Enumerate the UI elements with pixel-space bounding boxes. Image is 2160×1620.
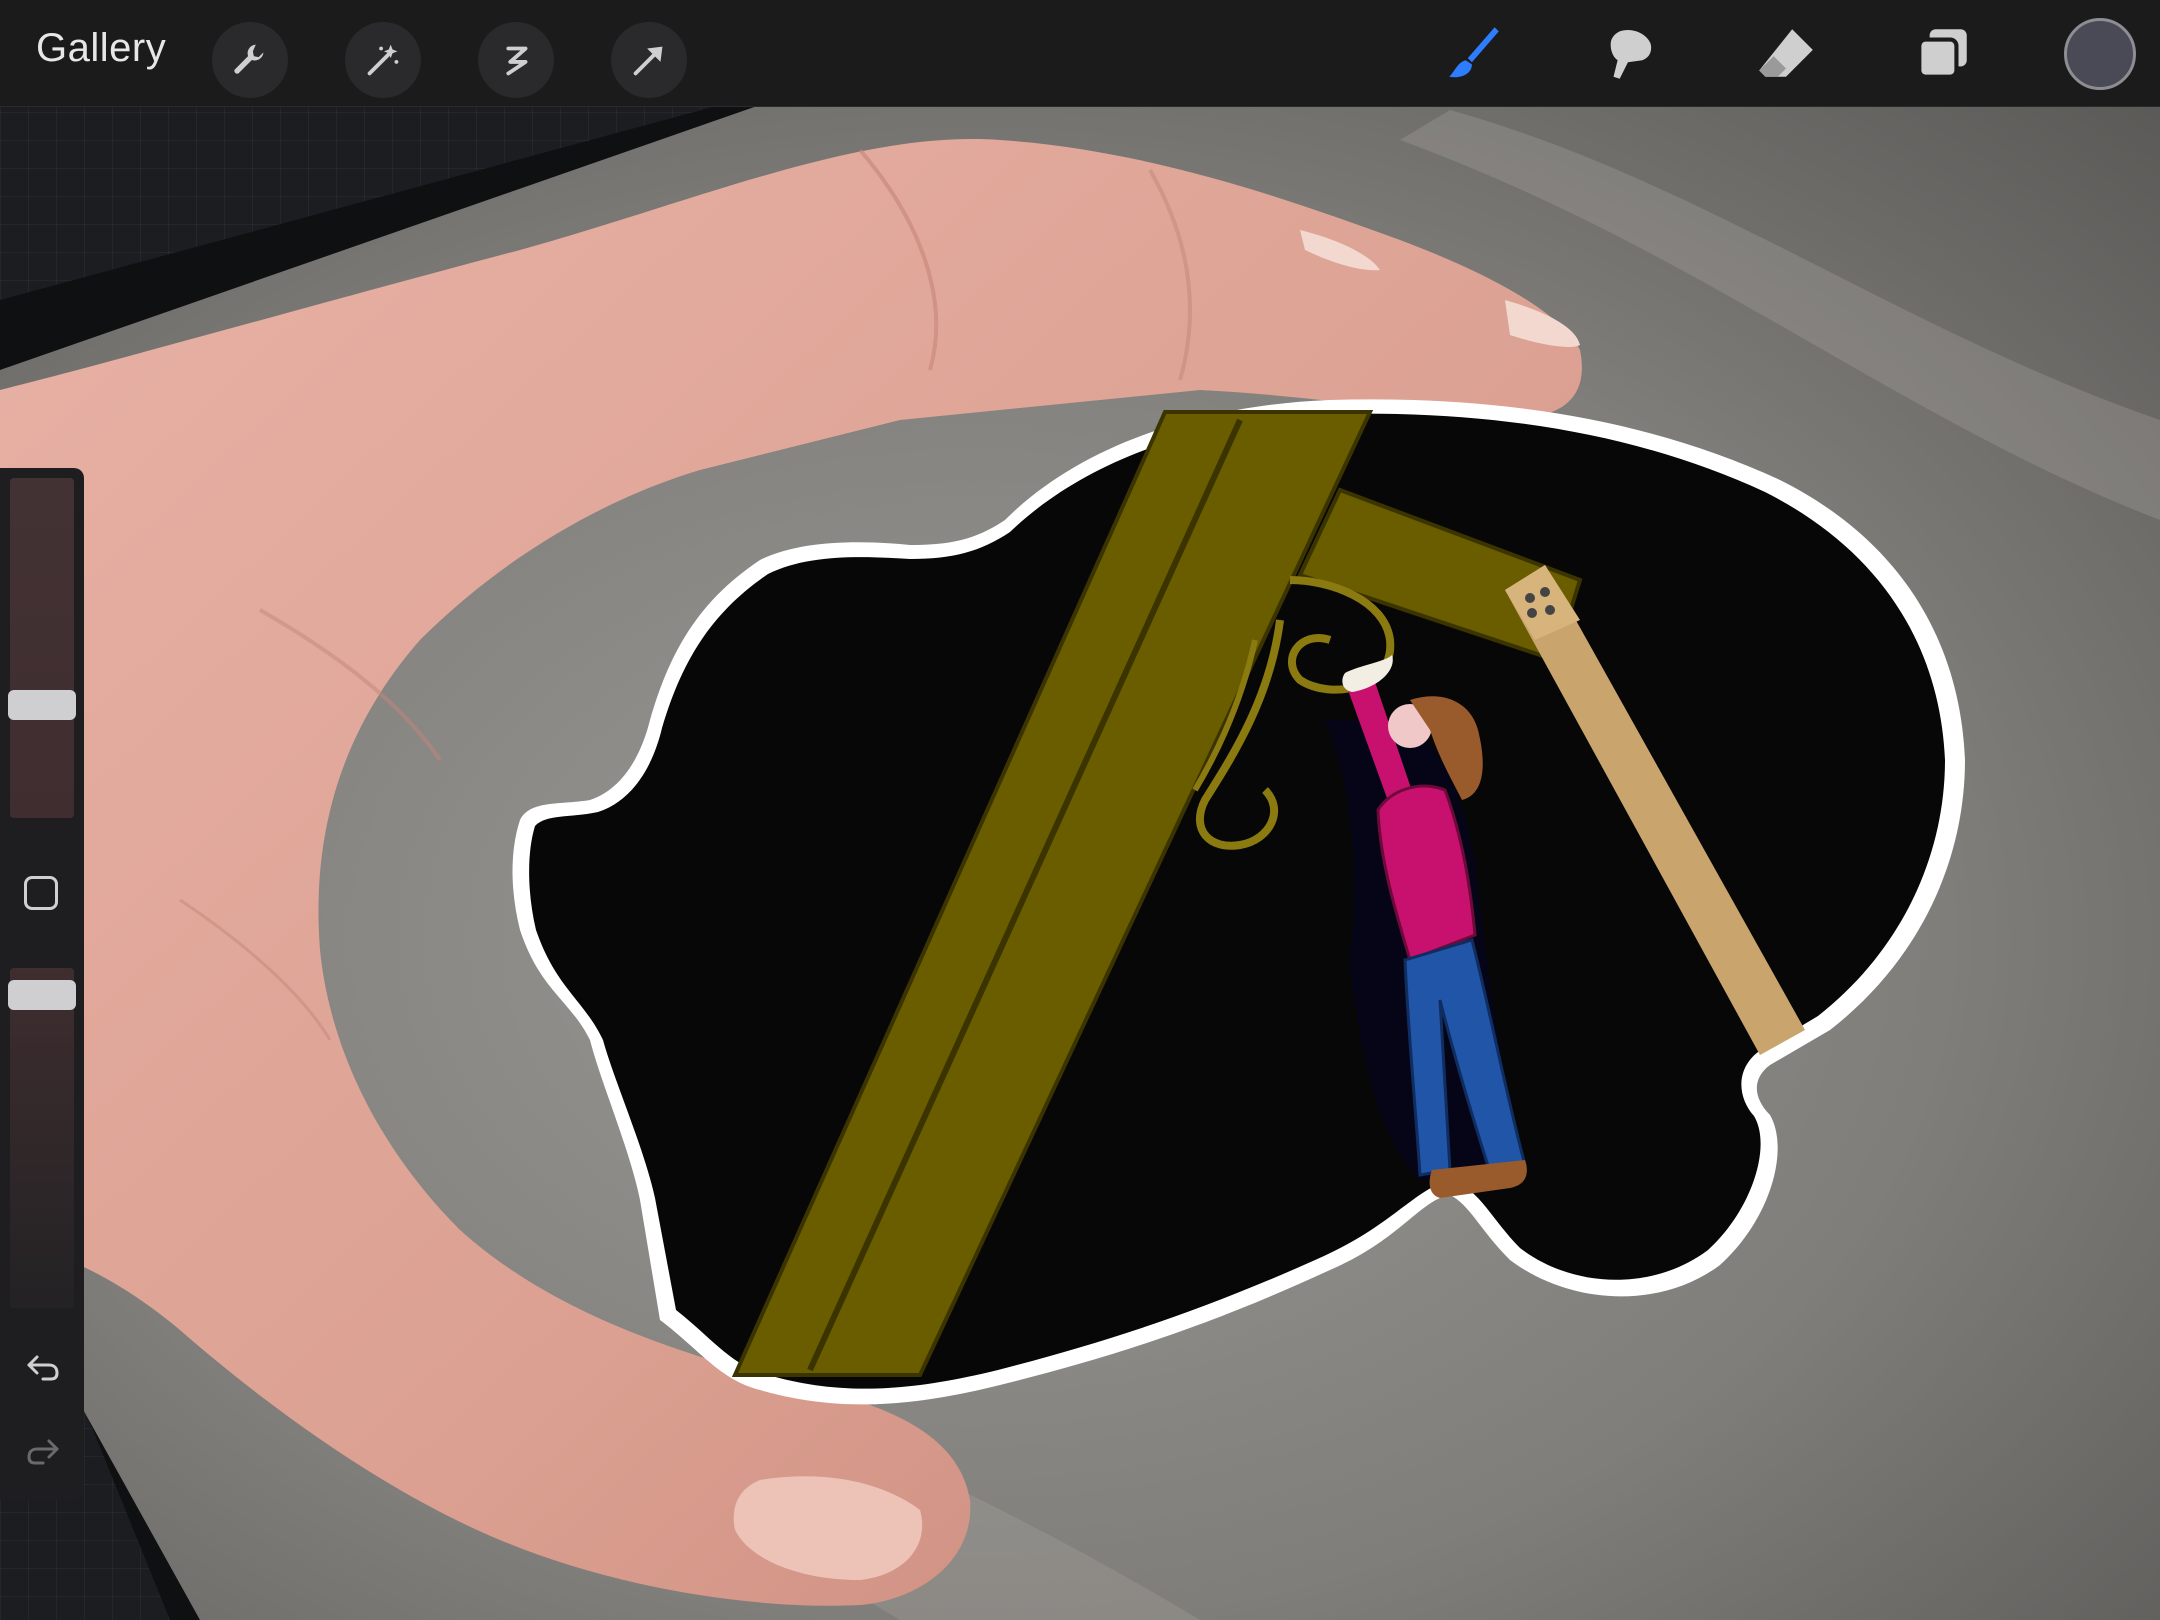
artwork-canvas[interactable] [0, 0, 2160, 1620]
eraser-button[interactable] [1746, 18, 1826, 90]
modify-button[interactable] [24, 876, 58, 910]
color-picker-swatch[interactable] [2064, 18, 2136, 90]
actions-button[interactable] [212, 22, 288, 98]
top-toolbar: Gallery [0, 0, 2160, 107]
brush-opacity-slider[interactable] [10, 968, 74, 1308]
eraser-icon [1759, 29, 1813, 77]
smudge-button[interactable] [1590, 18, 1670, 90]
brush-button[interactable] [1434, 18, 1514, 90]
brush-size-thumb[interactable] [8, 690, 76, 720]
gallery-button[interactable]: Gallery [36, 26, 166, 71]
selection-button[interactable] [478, 22, 554, 98]
selection-s-icon [506, 46, 528, 76]
brush-icon [1449, 27, 1499, 78]
layers-icon [1917, 29, 1967, 79]
undo-arrow-icon [27, 1355, 59, 1381]
smudge-finger-icon [1610, 30, 1652, 79]
canvas-area[interactable] [0, 0, 2160, 1620]
layers-button[interactable] [1902, 18, 1982, 90]
left-sidebar [0, 468, 84, 1500]
brush-size-slider[interactable] [10, 478, 74, 818]
procreate-app: Gallery [0, 0, 2160, 1620]
wrench-icon [234, 44, 264, 74]
transform-button[interactable] [611, 22, 687, 98]
redo-arrow-icon [27, 1439, 59, 1465]
magic-wand-icon [367, 44, 399, 76]
adjustments-button[interactable] [345, 22, 421, 98]
arrow-cursor-icon [633, 46, 663, 76]
brush-opacity-thumb[interactable] [8, 980, 76, 1010]
redo-button[interactable] [20, 1428, 66, 1474]
undo-button[interactable] [20, 1344, 66, 1390]
